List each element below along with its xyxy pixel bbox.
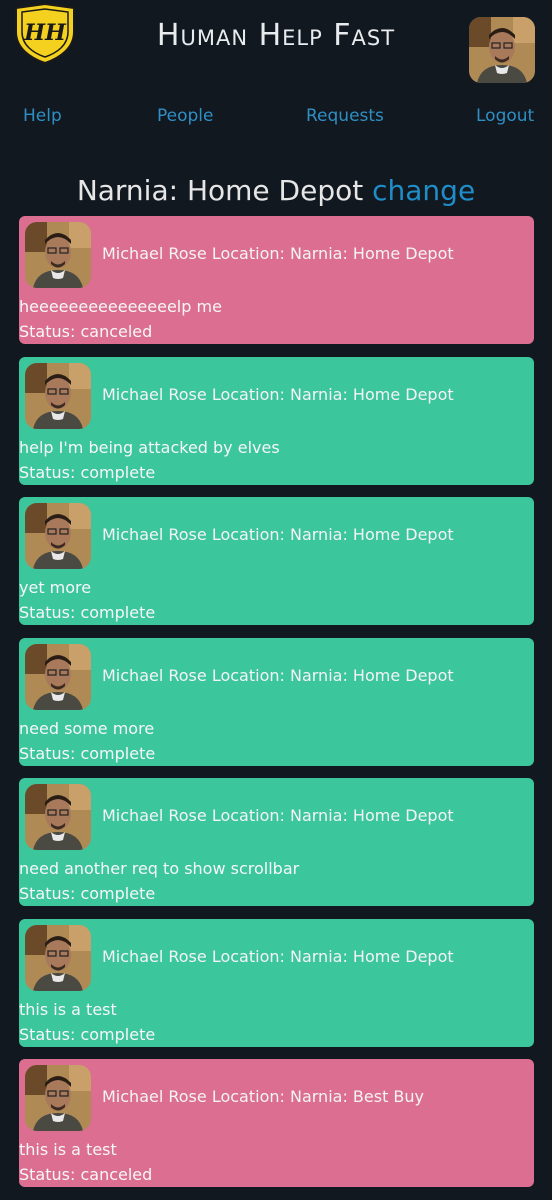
user-avatar[interactable] bbox=[469, 17, 535, 83]
request-status: Status: complete bbox=[19, 462, 156, 482]
requester-avatar bbox=[25, 924, 91, 991]
request-list: Michael Rose Location: Narnia: Home Depo… bbox=[19, 216, 534, 1200]
request-card[interactable]: Michael Rose Location: Narnia: Home Depo… bbox=[19, 778, 534, 906]
requester-name: Michael Rose bbox=[102, 1087, 207, 1106]
requester-name: Michael Rose bbox=[102, 525, 207, 544]
request-message: need another req to show scrollbar bbox=[19, 859, 300, 878]
request-status: Status: complete bbox=[19, 1024, 156, 1044]
request-card[interactable]: Michael Rose Location: Narnia: Best Buy … bbox=[19, 1059, 534, 1187]
request-header: Michael Rose Location: Narnia: Home Depo… bbox=[102, 806, 454, 825]
request-header: Michael Rose Location: Narnia: Home Depo… bbox=[102, 666, 454, 685]
location-name: Narnia: Home Depot bbox=[76, 174, 364, 207]
app-header: HH Human Help Fast bbox=[0, 0, 552, 92]
request-status: Status: complete bbox=[19, 884, 156, 903]
request-header: Michael Rose Location: Narnia: Home Depo… bbox=[102, 385, 454, 404]
request-status: Status: complete bbox=[19, 743, 156, 763]
nav-logout-link[interactable]: Logout bbox=[476, 106, 534, 126]
requester-name: Michael Rose bbox=[102, 946, 207, 966]
request-card[interactable]: Michael Rose Location: Narnia: Home Depo… bbox=[19, 216, 534, 344]
requester-avatar bbox=[25, 362, 91, 429]
nav-help-link[interactable]: Help bbox=[23, 106, 62, 126]
request-status: Status: canceled bbox=[19, 1165, 153, 1184]
requester-avatar bbox=[25, 643, 91, 710]
request-message: help I'm being attacked by elves bbox=[19, 437, 280, 457]
request-message: need some more bbox=[19, 718, 155, 738]
requester-avatar bbox=[25, 1065, 91, 1131]
requester-name: Michael Rose bbox=[102, 244, 207, 263]
request-card[interactable]: Michael Rose Location: Narnia: Home Depo… bbox=[19, 637, 534, 766]
requester-avatar bbox=[25, 222, 91, 288]
request-message: this is a test bbox=[19, 999, 117, 1019]
request-status: Status: canceled bbox=[19, 322, 153, 341]
requester-name: Michael Rose bbox=[102, 665, 207, 685]
request-header: Michael Rose Location: Narnia: Home Depo… bbox=[102, 244, 454, 263]
request-card[interactable]: Michael Rose Location: Narnia: Home Depo… bbox=[19, 497, 534, 625]
requester-name: Michael Rose bbox=[102, 384, 207, 404]
request-message: heeeeeeeeeeeeeeelp me bbox=[19, 297, 222, 316]
request-location: Location: Narnia: Best Buy bbox=[211, 1087, 425, 1106]
request-message: this is a test bbox=[19, 1140, 117, 1159]
nav-people-link[interactable]: People bbox=[157, 106, 213, 126]
request-card[interactable]: Michael Rose Location: Narnia: Home Depo… bbox=[19, 356, 534, 485]
request-location: Location: Narnia: Home Depot bbox=[211, 384, 454, 404]
request-card[interactable]: Michael Rose Location: Narnia: Home Depo… bbox=[19, 918, 534, 1047]
request-location: Location: Narnia: Home Depot bbox=[211, 244, 454, 263]
request-header: Michael Rose Location: Narnia: Best Buy bbox=[102, 1087, 424, 1106]
request-location: Location: Narnia: Home Depot bbox=[211, 946, 454, 966]
request-location: Location: Narnia: Home Depot bbox=[211, 806, 454, 825]
nav-requests-link[interactable]: Requests bbox=[306, 106, 384, 126]
main-nav: Help People Requests Logout bbox=[0, 106, 552, 130]
request-location: Location: Narnia: Home Depot bbox=[211, 665, 454, 685]
request-status: Status: complete bbox=[19, 603, 156, 622]
location-heading: Narnia: Home Depot change bbox=[0, 174, 552, 207]
requester-avatar bbox=[25, 503, 91, 569]
request-message: yet more bbox=[19, 578, 92, 597]
request-header: Michael Rose Location: Narnia: Home Depo… bbox=[102, 525, 454, 544]
requester-name: Michael Rose bbox=[102, 806, 207, 825]
requester-avatar bbox=[25, 784, 91, 850]
change-location-link[interactable]: change bbox=[372, 174, 475, 207]
request-location: Location: Narnia: Home Depot bbox=[211, 525, 454, 544]
request-header: Michael Rose Location: Narnia: Home Depo… bbox=[102, 947, 454, 966]
